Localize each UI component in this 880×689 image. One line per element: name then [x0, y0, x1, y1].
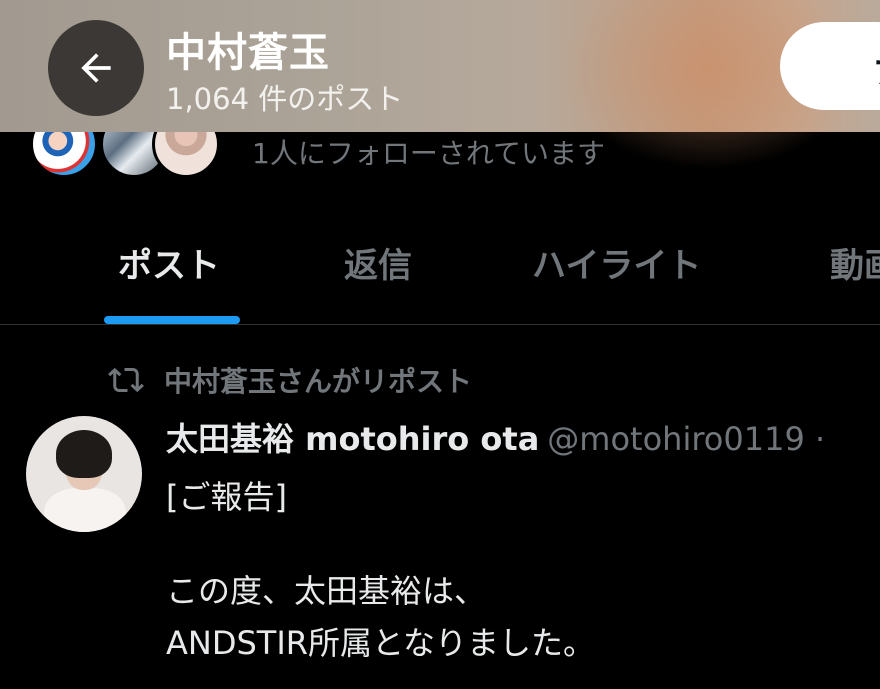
- profile-tabs: ポスト 返信 ハイライト 動画: [0, 200, 880, 324]
- repost-label: 中村蒼玉さんがリポスト: [164, 365, 473, 398]
- tweet-text-line: ANDSTIR所属となりました。: [166, 624, 596, 662]
- follow-button-label: フ: [872, 46, 880, 95]
- tweet-author[interactable]: 太田基裕 motohiro ota @motohiro0119 ·: [166, 414, 825, 460]
- post-count: 1,064 件のポスト: [166, 82, 404, 116]
- follow-button[interactable]: フ: [780, 22, 880, 110]
- followed-by-text: 1人にフォローされています: [252, 137, 605, 170]
- tab-posts[interactable]: ポスト: [118, 238, 220, 287]
- back-button[interactable]: [48, 20, 144, 116]
- author-name[interactable]: 太田基裕 motohiro ota: [166, 420, 539, 458]
- tabs-divider: [0, 324, 880, 325]
- repost-context[interactable]: 中村蒼玉さんがリポスト: [108, 360, 472, 400]
- profile-page: 中村蒼玉 1,064 件のポスト フ 1人にフォローされています ポスト 返信 …: [0, 0, 880, 689]
- tweet-text-line: [ご報告]: [166, 478, 287, 516]
- author-avatar[interactable]: [26, 416, 142, 532]
- profile-name: 中村蒼玉: [166, 30, 330, 76]
- tab-replies[interactable]: 返信: [344, 238, 412, 287]
- active-tab-indicator: [104, 316, 240, 324]
- author-handle[interactable]: @motohiro0119 ·: [547, 420, 825, 458]
- profile-header: 中村蒼玉 1,064 件のポスト フ: [0, 0, 880, 170]
- tweet-text-line: この度、太田基裕は、: [166, 572, 487, 610]
- tab-highlights[interactable]: ハイライト: [532, 238, 701, 287]
- tab-media[interactable]: 動画: [830, 238, 880, 287]
- arrow-left-icon: [81, 53, 111, 83]
- repost-icon: [108, 367, 144, 393]
